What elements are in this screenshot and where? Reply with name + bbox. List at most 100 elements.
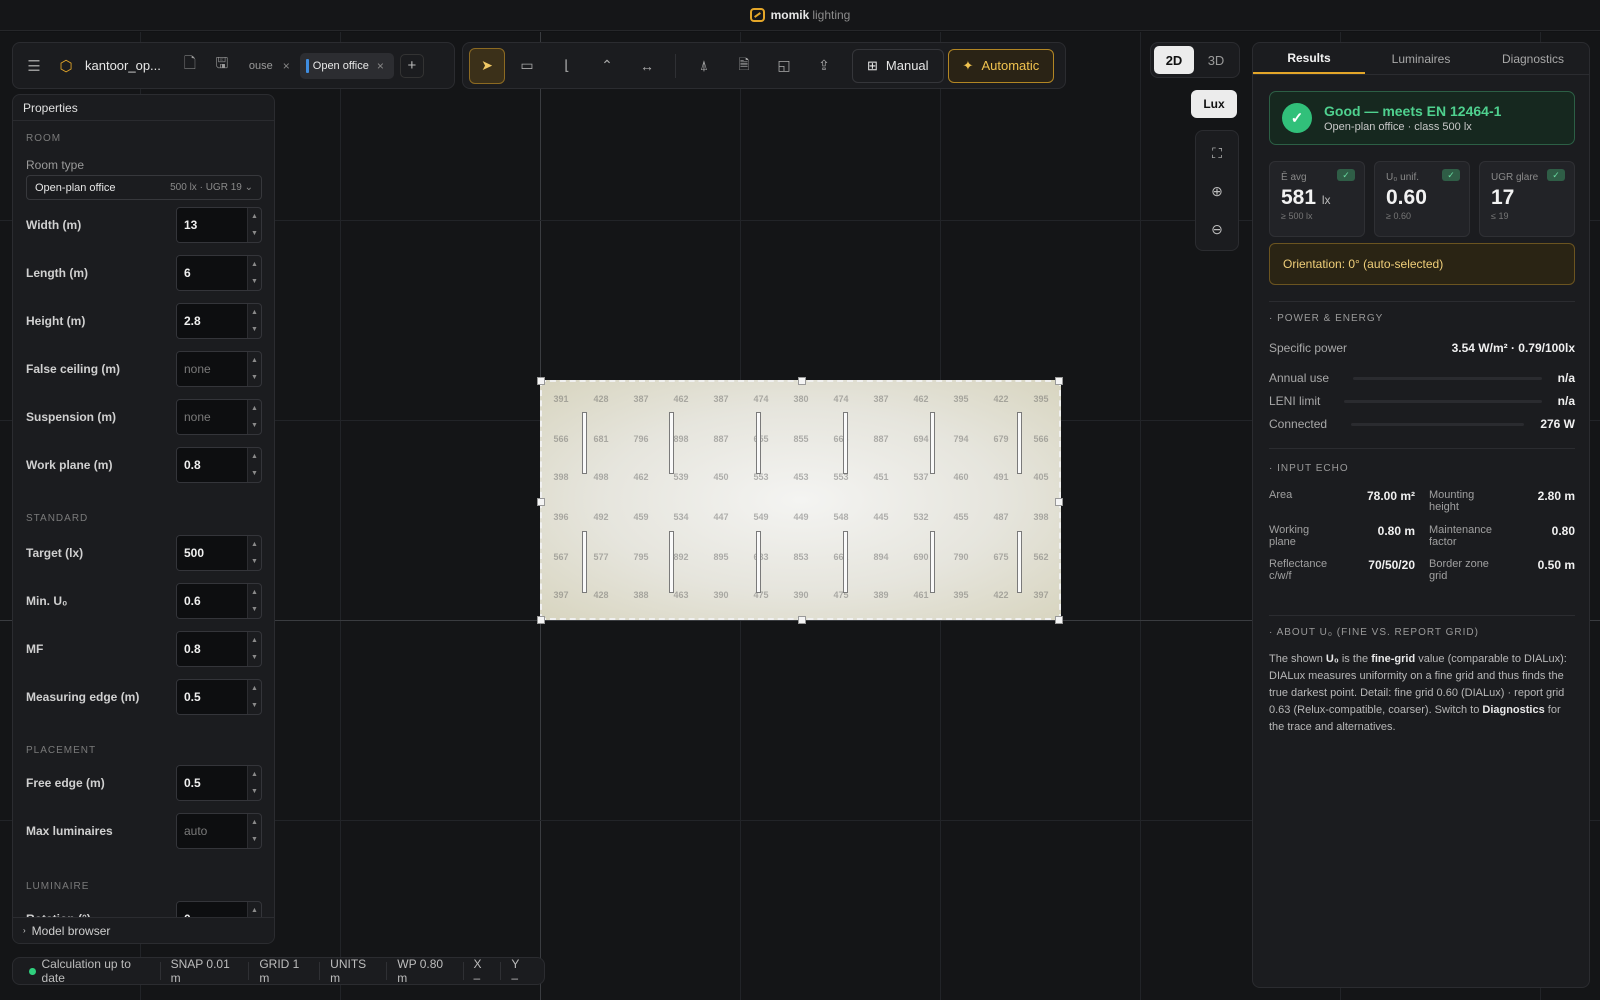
number-input[interactable]: 0.5 ▲ ▼ (176, 679, 262, 715)
echo-label: Area (1269, 489, 1293, 501)
field-label: Height (m) (26, 314, 86, 328)
room-outline[interactable]: 391 428 387 462 387 474 380 474 387 462 395 422 395 5… (537, 377, 1063, 624)
resize-handle[interactable] (798, 616, 806, 624)
zoom-in-icon[interactable]: ⊕ (1204, 177, 1230, 205)
number-input[interactable]: none ▲ ▼ (176, 399, 262, 435)
luminaire-tool-icon[interactable]: ⍋ (686, 48, 722, 84)
save-icon[interactable]: 🖫 (209, 53, 235, 79)
tab-close-icon[interactable]: × (373, 59, 388, 73)
rectangle-tool-icon[interactable]: ▭ (509, 48, 545, 84)
luminaire[interactable] (843, 531, 848, 593)
export-report-icon[interactable]: ⇪ (806, 48, 842, 84)
add-tab-button[interactable]: + (399, 53, 424, 78)
resize-handle[interactable] (537, 377, 545, 385)
tab-open-office[interactable]: Open office × (299, 52, 394, 79)
step-up-icon: ▲ (251, 685, 258, 692)
number-input-value[interactable]: 6 (177, 256, 247, 290)
manual-button[interactable]: ⊞ Manual (852, 48, 944, 83)
number-input[interactable]: 13 ▲ ▼ (176, 207, 262, 243)
luminaire[interactable] (756, 531, 761, 593)
file-name[interactable]: kantoor_op... (85, 58, 161, 73)
tab-results[interactable]: Results (1253, 43, 1365, 74)
zoom-out-icon[interactable]: ⊖ (1204, 215, 1230, 243)
stepper[interactable]: ▲▼ (247, 256, 261, 290)
number-input-value[interactable]: 2.8 (177, 304, 247, 338)
tab-warehouse[interactable]: ouse (249, 60, 273, 72)
number-input-value[interactable]: 500 (177, 536, 247, 570)
number-input-value[interactable]: none (177, 400, 247, 434)
stepper[interactable]: ▲▼ (247, 680, 261, 714)
export-plan-icon[interactable]: ◱ (766, 48, 802, 84)
tab-luminaires[interactable]: Luminaires (1365, 43, 1477, 74)
luminaire[interactable] (669, 531, 674, 593)
units-status[interactable]: UNITS m (320, 957, 388, 985)
resize-handle[interactable] (1055, 616, 1063, 624)
model-browser-toggle[interactable]: › Model browser (13, 917, 274, 943)
tab-close-icon[interactable]: × (279, 59, 294, 73)
number-input[interactable]: 0.5 ▲ ▼ (176, 765, 262, 801)
number-input[interactable]: 0.6 ▲ ▼ (176, 583, 262, 619)
resize-handle[interactable] (1055, 498, 1063, 506)
diagnostics-link[interactable]: Diagnostics (1482, 704, 1544, 716)
number-input[interactable]: 0.8 ▲ ▼ (176, 447, 262, 483)
stepper[interactable]: ▲▼ (247, 766, 261, 800)
luminaire[interactable] (843, 412, 848, 474)
new-file-icon[interactable]: 🗋 (177, 53, 203, 79)
luminaire[interactable] (669, 412, 674, 474)
resize-handle[interactable] (537, 616, 545, 624)
lux-value: 474 (753, 394, 769, 404)
view-2d-button[interactable]: 2D (1154, 46, 1194, 74)
room-type-value: Open-plan office (35, 181, 116, 194)
luminaire[interactable] (582, 531, 587, 593)
number-input-value[interactable]: 0.5 (177, 680, 247, 714)
number-input[interactable]: none ▲ ▼ (176, 351, 262, 387)
number-input-value[interactable]: 0.6 (177, 584, 247, 618)
stepper[interactable]: ▲▼ (247, 632, 261, 666)
number-input-value[interactable]: none (177, 352, 247, 386)
resize-handle[interactable] (798, 377, 806, 385)
number-input-value[interactable]: 13 (177, 208, 247, 242)
number-input[interactable]: 0.8 ▲ ▼ (176, 631, 262, 667)
polyline-tool-icon[interactable]: ⌃ (589, 48, 625, 84)
number-input-value[interactable]: 0.5 (177, 766, 247, 800)
select-tool-icon[interactable]: ➤ (469, 47, 505, 84)
luminaire[interactable] (756, 412, 761, 474)
stepper[interactable]: ▲▼ (247, 208, 261, 242)
number-input[interactable]: 2.8 ▲ ▼ (176, 303, 262, 339)
stepper[interactable]: ▲▼ (247, 814, 261, 848)
luminaire[interactable] (582, 412, 587, 474)
number-input-value[interactable]: 0.8 (177, 632, 247, 666)
automatic-button[interactable]: ✦ Automatic (947, 48, 1055, 83)
snap-status[interactable]: SNAP 0.01 m (161, 957, 250, 985)
menu-icon[interactable]: ☰ (21, 53, 47, 79)
luminaire[interactable] (1017, 531, 1022, 593)
number-input[interactable]: 500 ▲ ▼ (176, 535, 262, 571)
luminaire[interactable] (1017, 412, 1022, 474)
stepper[interactable]: ▲▼ (247, 536, 261, 570)
number-input-value[interactable]: auto (177, 814, 247, 848)
luminaire[interactable] (930, 412, 935, 474)
lux-toggle-button[interactable]: Lux (1191, 90, 1237, 118)
stepper[interactable]: ▲▼ (247, 584, 261, 618)
wp-status[interactable]: WP 0.80 m (387, 957, 464, 985)
tab-diagnostics[interactable]: Diagnostics (1477, 43, 1589, 74)
stepper[interactable]: ▲▼ (247, 448, 261, 482)
field-label: Length (m) (26, 266, 88, 280)
view-3d-button[interactable]: 3D (1196, 46, 1236, 74)
resize-handle[interactable] (1055, 377, 1063, 385)
import-icon[interactable]: 🗎 (726, 48, 762, 84)
resize-handle[interactable] (537, 498, 545, 506)
number-input[interactable]: 6 ▲ ▼ (176, 255, 262, 291)
number-input[interactable]: auto ▲ ▼ (176, 813, 262, 849)
stepper[interactable]: ▲▼ (247, 352, 261, 386)
room-type-select[interactable]: Open-plan office 500 lx · UGR 19 ⌄ (26, 175, 262, 200)
stepper[interactable]: ▲▼ (247, 304, 261, 338)
fit-screen-icon[interactable]: ⛶ (1204, 139, 1230, 167)
stepper[interactable]: ▲▼ (247, 400, 261, 434)
luminaire[interactable] (930, 531, 935, 593)
measure-tool-icon[interactable]: ↔ (629, 48, 665, 84)
l-shape-tool-icon[interactable]: ⌊ (549, 48, 585, 84)
model-browser-label: Model browser (31, 923, 111, 938)
number-input-value[interactable]: 0.8 (177, 448, 247, 482)
grid-status[interactable]: GRID 1 m (249, 957, 321, 985)
